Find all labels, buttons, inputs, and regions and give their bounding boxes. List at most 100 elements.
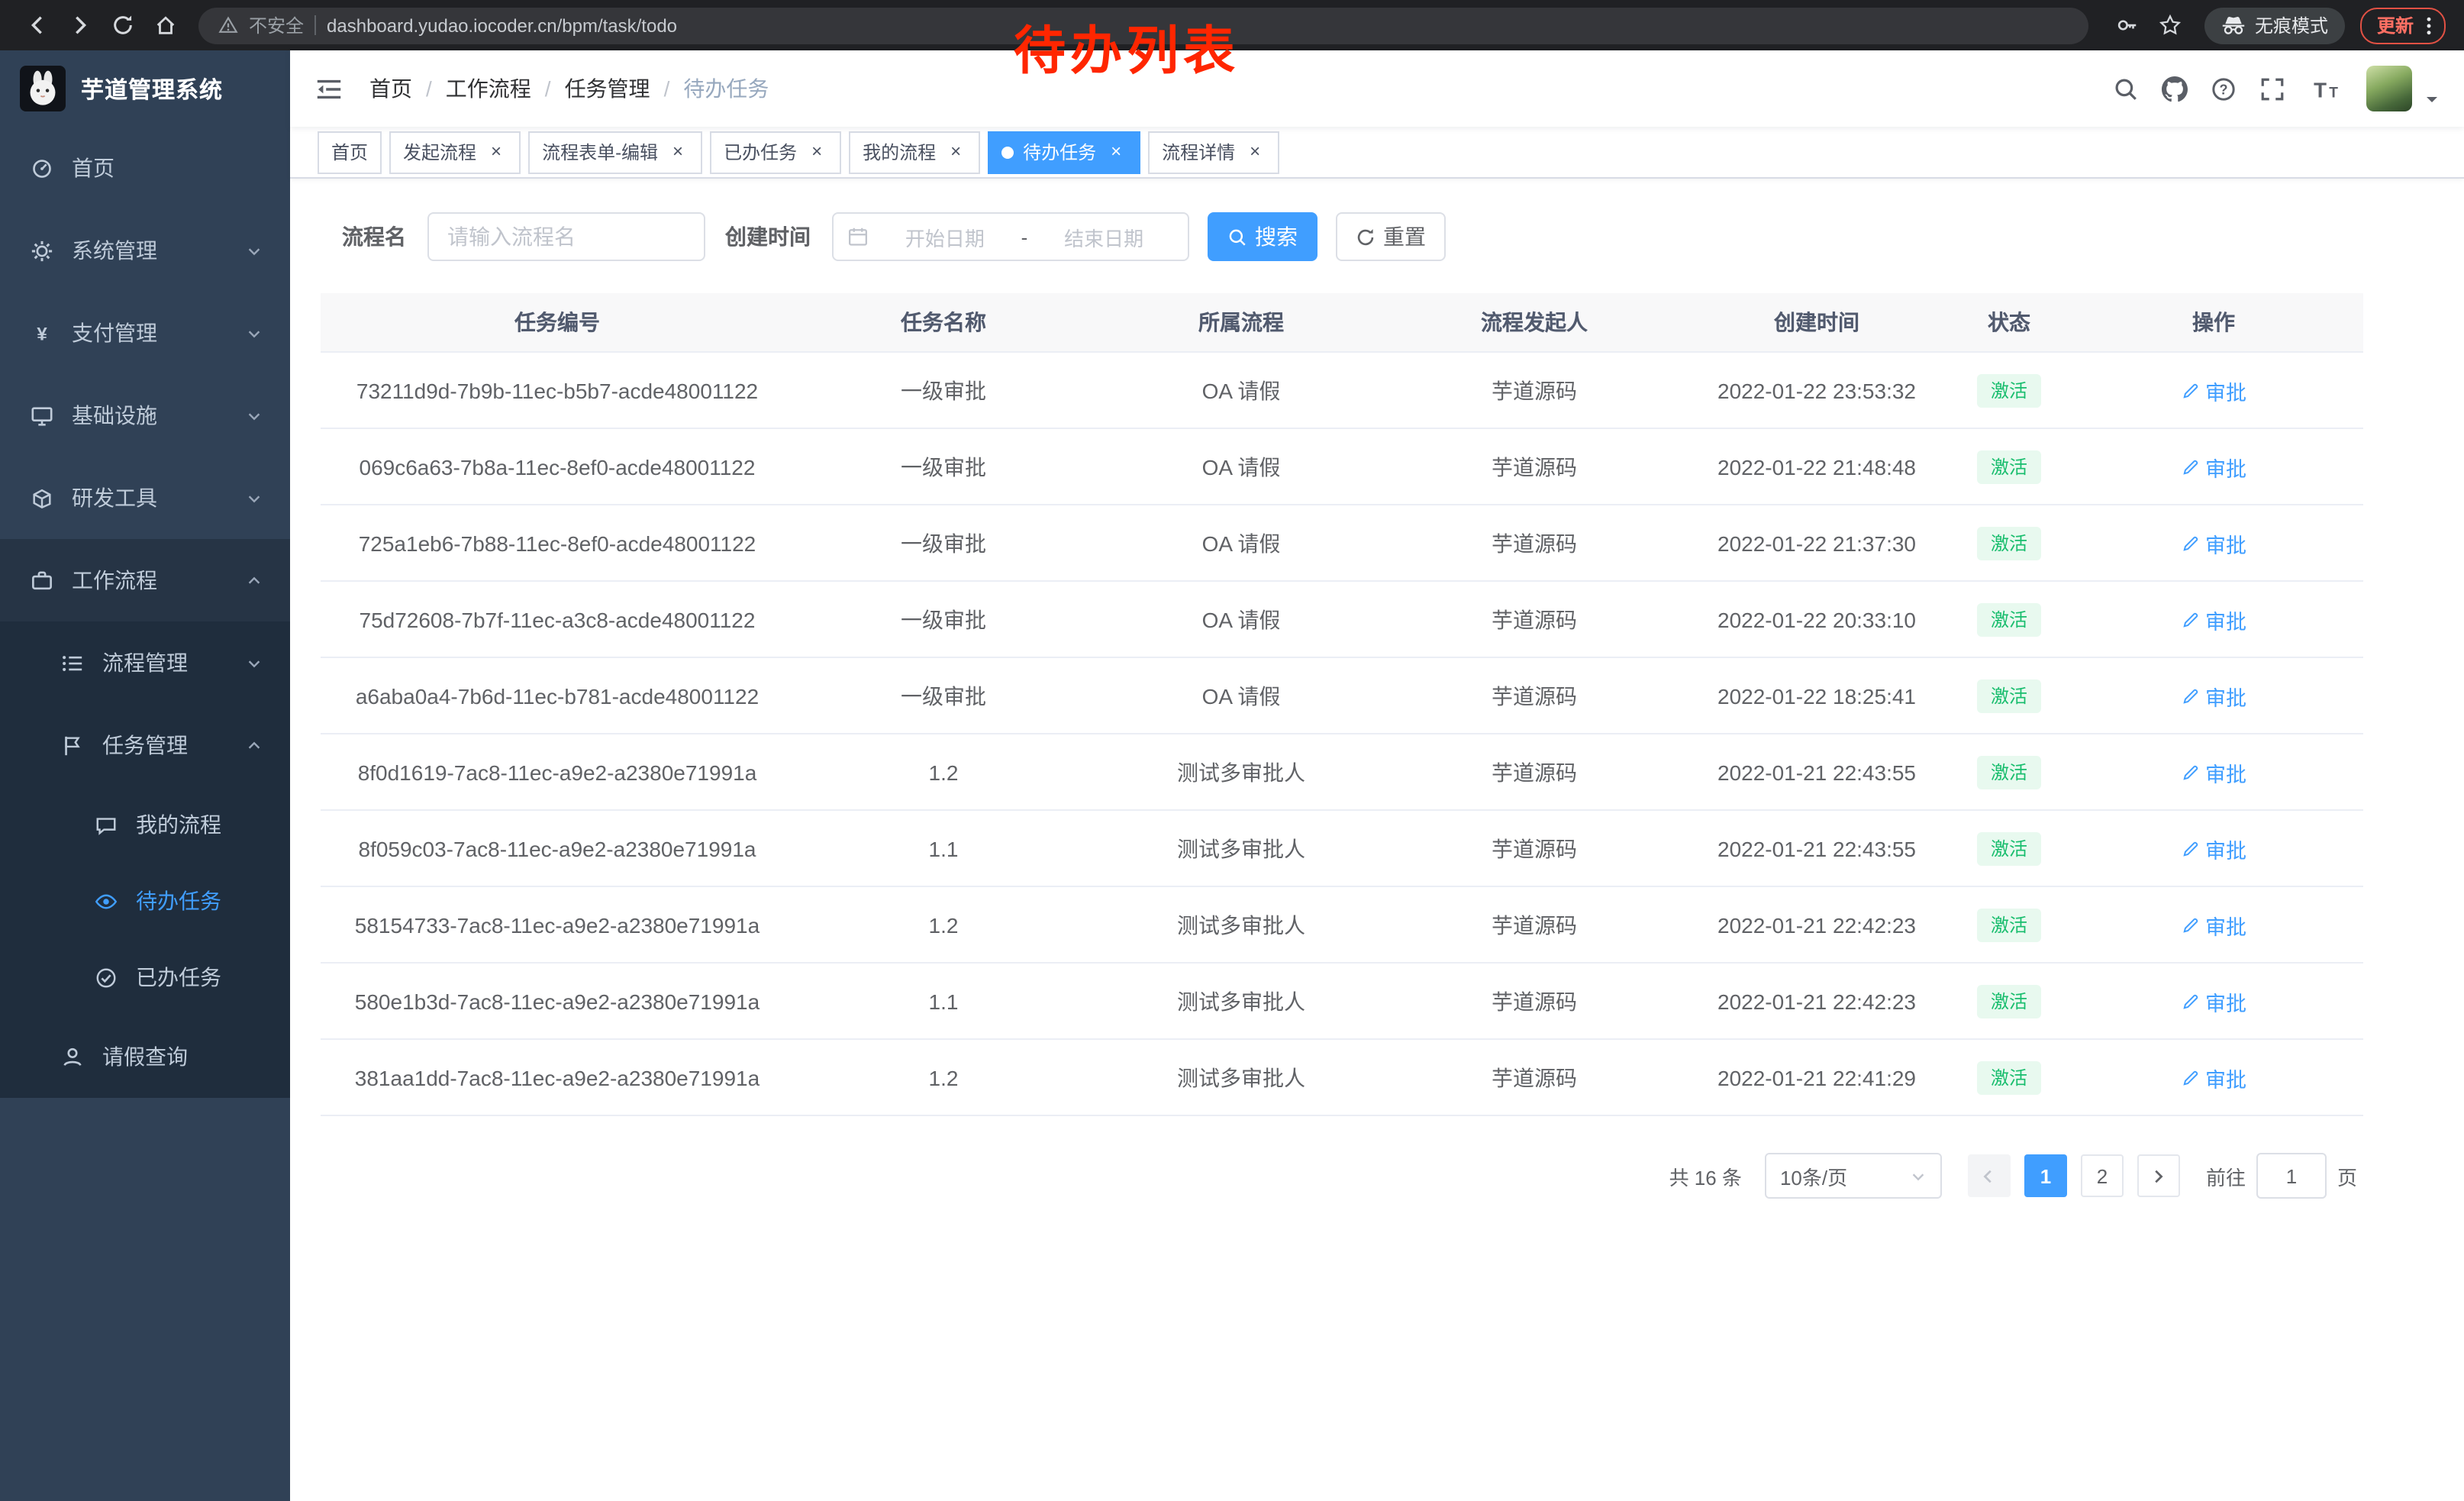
- tab-5[interactable]: 待办任务×: [988, 131, 1140, 173]
- breadcrumb-item[interactable]: 工作流程: [446, 73, 531, 104]
- help-icon[interactable]: ?: [2211, 76, 2237, 102]
- prev-page-button[interactable]: [1968, 1154, 2011, 1197]
- process-name-input[interactable]: [427, 212, 705, 261]
- tab-label: 首页: [331, 139, 368, 165]
- refresh-icon[interactable]: [104, 7, 140, 44]
- approve-link[interactable]: 审批: [2181, 986, 2246, 1016]
- approve-link[interactable]: 审批: [2181, 528, 2246, 558]
- date-range-picker[interactable]: 开始日期 - 结束日期: [832, 212, 1189, 261]
- close-icon[interactable]: ×: [1244, 141, 1266, 163]
- cell-name: 一级审批: [794, 352, 1093, 428]
- tab-3[interactable]: 已办任务×: [710, 131, 841, 173]
- svg-text:¥: ¥: [37, 323, 47, 344]
- home-icon[interactable]: [147, 7, 183, 44]
- search-icon[interactable]: [2113, 76, 2139, 102]
- table-row: 069c6a63-7b8a-11ec-8ef0-acde48001122一级审批…: [321, 428, 2363, 505]
- table-row: a6aba0a4-7b6d-11ec-b781-acde48001122一级审批…: [321, 657, 2363, 734]
- page-button-2[interactable]: 2: [2081, 1154, 2124, 1197]
- address-bar[interactable]: 不安全 dashboard.yudao.iocoder.cn/bpm/task/…: [198, 7, 2088, 44]
- status-badge: 激活: [1977, 908, 2041, 941]
- bookmark-star-icon[interactable]: [2153, 7, 2189, 44]
- sidebar-item-4[interactable]: 研发工具: [0, 457, 290, 539]
- avatar[interactable]: [2366, 66, 2412, 111]
- tab-label: 我的流程: [863, 139, 936, 165]
- tab-1[interactable]: 发起流程 ×: [389, 131, 521, 173]
- close-icon[interactable]: ×: [1105, 141, 1127, 163]
- column-header: 所属流程: [1093, 293, 1389, 352]
- not-secure-warning-icon: [218, 15, 238, 35]
- back-icon[interactable]: [18, 7, 55, 44]
- approve-link[interactable]: 审批: [2181, 757, 2246, 787]
- breadcrumb-item[interactable]: 任务管理: [565, 73, 650, 104]
- table-row: 73211d9d-7b9b-11ec-b5b7-acde48001122一级审批…: [321, 352, 2363, 428]
- chevron-right-icon: [2150, 1167, 2167, 1184]
- cell-process: 测试多审批人: [1093, 734, 1389, 810]
- cell-created: 2022-01-22 20:33:10: [1679, 581, 1954, 657]
- approve-link[interactable]: 审批: [2181, 451, 2246, 482]
- url-text: dashboard.yudao.iocoder.cn/bpm/task/todo: [327, 15, 677, 36]
- font-size-icon[interactable]: TT: [2308, 76, 2343, 102]
- approve-link[interactable]: 审批: [2181, 833, 2246, 863]
- page-size-select[interactable]: 10条/页: [1765, 1153, 1942, 1199]
- breadcrumb-item[interactable]: 首页: [369, 73, 412, 104]
- sidebar-item-2[interactable]: ¥支付管理: [0, 292, 290, 374]
- sidebar-item-1[interactable]: 系统管理: [0, 209, 290, 292]
- edit-icon: [2181, 381, 2199, 399]
- tab-4[interactable]: 我的流程 ×: [849, 131, 980, 173]
- tab-label: 发起流程: [403, 139, 476, 165]
- sidebar-item-9[interactable]: 待办任务: [0, 863, 290, 939]
- sidebar-item-7[interactable]: 任务管理: [0, 704, 290, 786]
- cell-id: 73211d9d-7b9b-11ec-b5b7-acde48001122: [321, 352, 794, 428]
- approve-link-label: 审批: [2205, 986, 2246, 1016]
- cell-created: 2022-01-22 23:53:32: [1679, 352, 1954, 428]
- app-logo[interactable]: 芋道管理系统: [0, 50, 290, 127]
- tab-6[interactable]: 流程详情×: [1148, 131, 1279, 173]
- goto-page-input[interactable]: [2256, 1153, 2327, 1199]
- password-key-icon[interactable]: [2110, 7, 2146, 44]
- cell-created: 2022-01-21 22:42:23: [1679, 963, 1954, 1039]
- sidebar-item-6[interactable]: 流程管理: [0, 621, 290, 704]
- browser-menu-kebab-icon[interactable]: [2421, 15, 2437, 36]
- sidebar-item-3[interactable]: 基础设施: [0, 374, 290, 457]
- github-icon[interactable]: [2162, 76, 2188, 102]
- fullscreen-icon[interactable]: [2259, 76, 2285, 102]
- page-button-1[interactable]: 1: [2024, 1154, 2067, 1197]
- tab-2[interactable]: 流程表单-编辑×: [528, 131, 702, 173]
- cell-status: 激活: [1954, 734, 2064, 810]
- sidebar-toggle-button[interactable]: [314, 74, 343, 103]
- approve-link-label: 审批: [2205, 909, 2246, 940]
- sidebar-item-0[interactable]: 首页: [0, 127, 290, 209]
- approve-link[interactable]: 审批: [2181, 680, 2246, 711]
- cell-process: 测试多审批人: [1093, 1039, 1389, 1115]
- chevron-up-icon: [246, 737, 263, 754]
- cell-status: 激活: [1954, 428, 2064, 505]
- tab-0[interactable]: 首页: [318, 131, 382, 173]
- sidebar-item-10[interactable]: 已办任务: [0, 939, 290, 1015]
- close-icon[interactable]: ×: [945, 141, 966, 163]
- approve-link[interactable]: 审批: [2181, 909, 2246, 940]
- incognito-badge: 无痕模式: [2204, 7, 2345, 44]
- top-navbar: 首页/工作流程/任务管理/待办任务 ? TT: [290, 50, 2464, 127]
- sidebar-item-label: 任务管理: [102, 730, 188, 760]
- page-unit-label: 页: [2337, 1161, 2357, 1190]
- update-button[interactable]: 更新: [2360, 7, 2446, 44]
- approve-link[interactable]: 审批: [2181, 1062, 2246, 1093]
- close-icon[interactable]: ×: [485, 141, 507, 163]
- sidebar-item-8[interactable]: 我的流程: [0, 786, 290, 863]
- close-icon[interactable]: ×: [806, 141, 827, 163]
- close-icon[interactable]: ×: [667, 141, 689, 163]
- next-page-button[interactable]: [2137, 1154, 2180, 1197]
- cell-action: 审批: [2064, 886, 2363, 963]
- eye-icon: [95, 889, 118, 912]
- cell-status: 激活: [1954, 505, 2064, 581]
- cell-created: 2022-01-21 22:43:55: [1679, 734, 1954, 810]
- sidebar-item-11[interactable]: 请假查询: [0, 1015, 290, 1098]
- approve-link[interactable]: 审批: [2181, 604, 2246, 634]
- search-button[interactable]: 搜索: [1208, 212, 1317, 261]
- chevron-down-icon: [246, 242, 263, 259]
- approve-link[interactable]: 审批: [2181, 375, 2246, 405]
- reset-button[interactable]: 重置: [1336, 212, 1446, 261]
- sidebar-item-5[interactable]: 工作流程: [0, 539, 290, 621]
- forward-icon[interactable]: [61, 7, 98, 44]
- cell-created: 2022-01-21 22:43:55: [1679, 810, 1954, 886]
